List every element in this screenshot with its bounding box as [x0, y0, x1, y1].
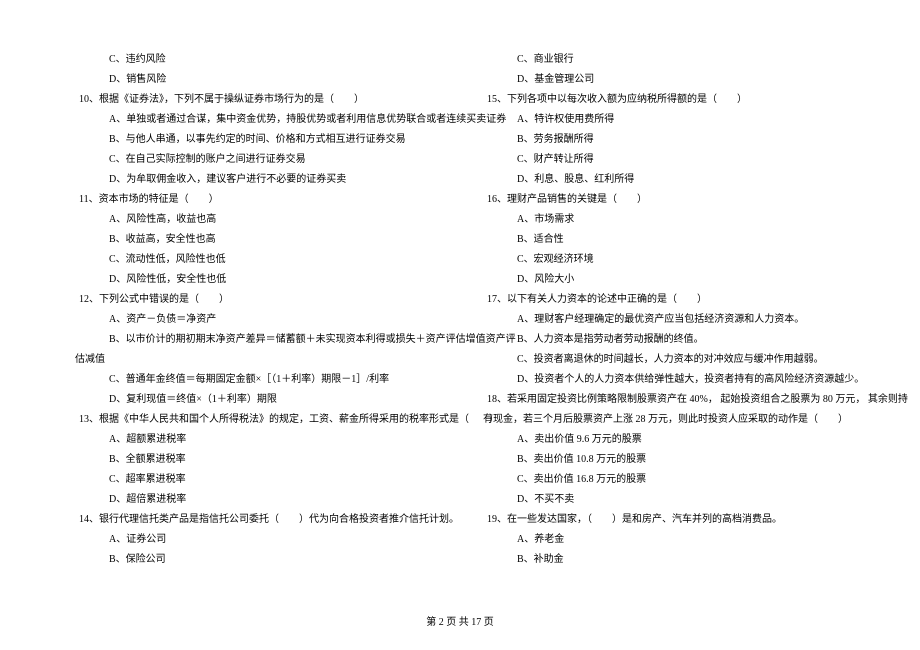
text-line: A、资产－负债＝净资产 [75, 310, 447, 330]
text-line: 10、根据《证券法》，下列不属于操纵证券市场行为的是（ ） [75, 90, 447, 110]
text-line: A、单独或者通过合谋，集中资金优势，持股优势或者利用信息优势联合或者连续买卖证券 [75, 110, 447, 130]
text-line: C、违约风险 [75, 50, 447, 70]
text-line: C、在自己实际控制的账户之间进行证券交易 [75, 150, 447, 170]
text-line: 17、以下有关人力资本的论述中正确的是（ ） [483, 290, 855, 310]
text-line: C、普通年金终值＝每期固定金额×［（1＋利率）期限－1］/利率 [75, 370, 447, 390]
text-line: A、特许权使用费所得 [483, 110, 855, 130]
text-line: 19、在一些发达国家，（ ）是和房产、汽车并列的高档消费品。 [483, 510, 855, 530]
text-line: B、全额累进税率 [75, 450, 447, 470]
text-line: A、市场需求 [483, 210, 855, 230]
text-line: A、理财客户经理确定的最优资产应当包括经济资源和人力资本。 [483, 310, 855, 330]
text-line: C、投资者离退休的时间越长，人力资本的对冲效应与缓冲作用越弱。 [483, 350, 855, 370]
text-line: 16、理财产品销售的关键是（ ） [483, 190, 855, 210]
page-columns: C、违约风险D、销售风险10、根据《证券法》，下列不属于操纵证券市场行为的是（ … [75, 50, 855, 570]
text-line: B、卖出价值 10.8 万元的股票 [483, 450, 855, 470]
text-line: B、与他人串通，以事先约定的时间、价格和方式相互进行证券交易 [75, 130, 447, 150]
text-line: A、卖出价值 9.6 万元的股票 [483, 430, 855, 450]
text-line: 13、根据《中华人民共和国个人所得税法》的规定，工资、薪金所得采用的税率形式是（… [75, 410, 447, 430]
text-line: C、超率累进税率 [75, 470, 447, 490]
text-line: D、销售风险 [75, 70, 447, 90]
text-line: A、超额累进税率 [75, 430, 447, 450]
text-line: B、以市价计的期初期末净资产差异＝储蓄额＋未实现资本利得或损失＋资产评估增值资产… [75, 330, 447, 350]
text-line: B、适合性 [483, 230, 855, 250]
text-line: D、风险性低，安全性也低 [75, 270, 447, 290]
text-line: C、财产转让所得 [483, 150, 855, 170]
text-line: 11、资本市场的特征是（ ） [75, 190, 447, 210]
text-line: C、流动性低，风险性也低 [75, 250, 447, 270]
text-line: 有现金，若三个月后股票资产上涨 28 万元，则此时投资人应采取的动作是（ ） [483, 410, 855, 430]
text-line: B、保险公司 [75, 550, 447, 570]
left-column: C、违约风险D、销售风险10、根据《证券法》，下列不属于操纵证券市场行为的是（ … [75, 50, 447, 570]
text-line: A、证券公司 [75, 530, 447, 550]
text-line: 14、银行代理信托类产品是指信托公司委托（ ）代为向合格投资者推介信托计划。 [75, 510, 447, 530]
text-line: D、复利现值＝终值×（1＋利率）期限 [75, 390, 447, 410]
text-line: C、宏观经济环境 [483, 250, 855, 270]
text-line: D、不买不卖 [483, 490, 855, 510]
text-line: D、风险大小 [483, 270, 855, 290]
text-line: 18、若采用固定投资比例策略限制股票资产在 40%， 起始投资组合之股票为 80… [483, 390, 855, 410]
text-line: D、超倍累进税率 [75, 490, 447, 510]
text-line: 12、下列公式中错误的是（ ） [75, 290, 447, 310]
text-line: B、补助金 [483, 550, 855, 570]
text-line: C、商业银行 [483, 50, 855, 70]
text-line: D、基金管理公司 [483, 70, 855, 90]
page-footer: 第 2 页 共 17 页 [0, 613, 920, 633]
text-line: D、投资者个人的人力资本供给弹性越大，投资者持有的高风险经济资源越少。 [483, 370, 855, 390]
text-line: C、卖出价值 16.8 万元的股票 [483, 470, 855, 490]
text-line: B、人力资本是指劳动者劳动报酬的终值。 [483, 330, 855, 350]
text-line: A、养老金 [483, 530, 855, 550]
text-line: B、劳务报酬所得 [483, 130, 855, 150]
text-line: B、收益高，安全性也高 [75, 230, 447, 250]
right-column: C、商业银行D、基金管理公司15、下列各项中以每次收入额为应纳税所得额的是（ ）… [483, 50, 855, 570]
text-line: A、风险性高，收益也高 [75, 210, 447, 230]
text-line: 15、下列各项中以每次收入额为应纳税所得额的是（ ） [483, 90, 855, 110]
text-line: 估减值 [75, 350, 447, 370]
text-line: D、利息、股息、红利所得 [483, 170, 855, 190]
text-line: D、为牟取佣金收入，建议客户进行不必要的证券买卖 [75, 170, 447, 190]
